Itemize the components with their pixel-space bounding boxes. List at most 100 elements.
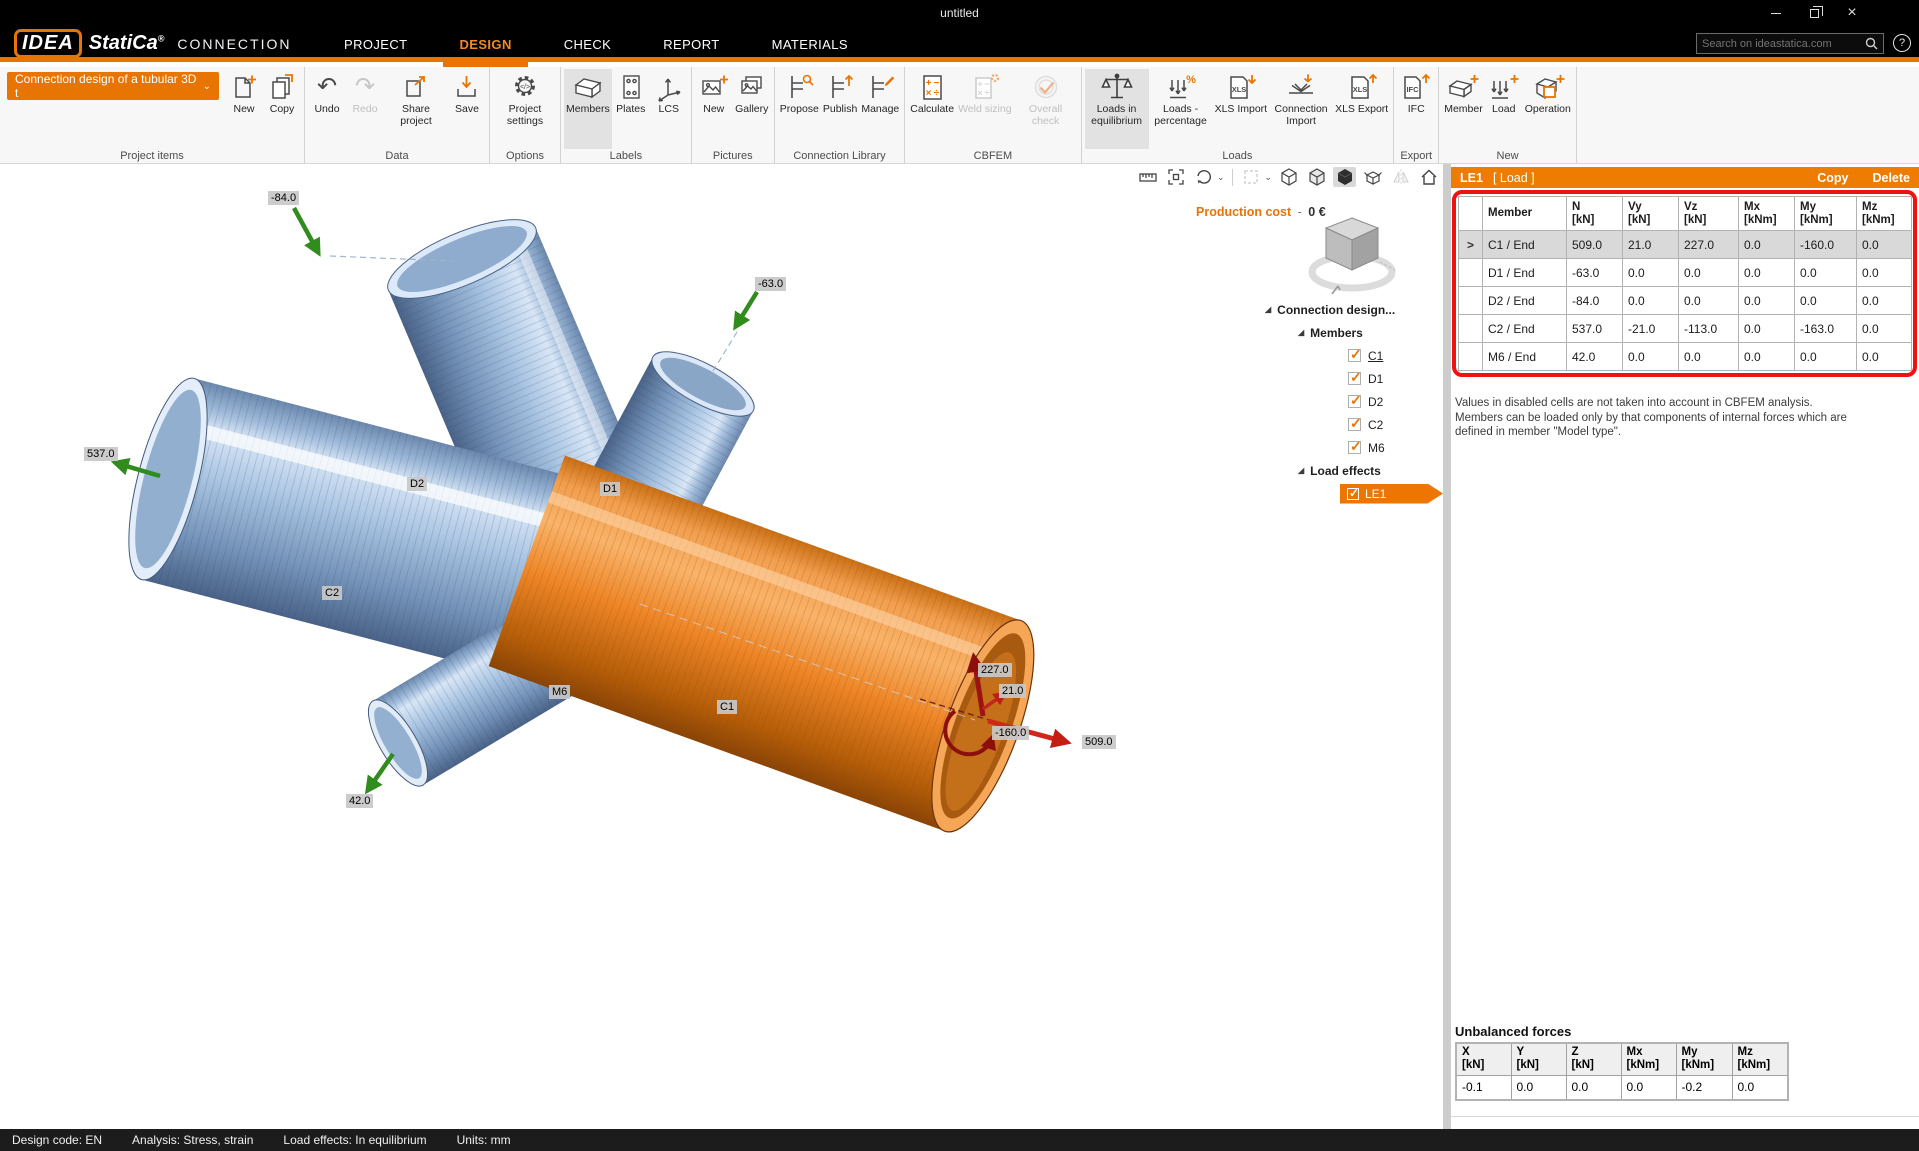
checkbox-checked-icon[interactable] [1348,372,1361,385]
tab-check[interactable]: CHECK [560,26,616,62]
tab-design[interactable]: DESIGN [455,26,515,62]
new-load-button[interactable]: Load [1485,69,1523,149]
member-label-c2[interactable]: C2 [322,586,342,600]
new-operation-button[interactable]: Operation [1523,69,1573,149]
ifc-export-button[interactable]: IFC IFC [1397,69,1435,149]
undo-button[interactable]: ↶ Undo [308,69,346,149]
exploded-view-icon[interactable] [1361,167,1384,187]
row-selector[interactable] [1459,259,1483,287]
tab-project[interactable]: PROJECT [340,26,411,62]
production-cost-label: Production cost [1196,205,1291,219]
row-selector[interactable] [1459,315,1483,343]
checkbox-checked-icon[interactable] [1347,488,1359,500]
zoom-extents-icon[interactable] [1164,167,1187,187]
home-view-icon[interactable] [1417,167,1440,187]
load-row-d2[interactable]: D2 / End -84.0 0.0 0.0 0.0 0.0 0.0 [1459,287,1912,315]
search-input[interactable] [1702,38,1865,50]
new-project-item-button[interactable]: New [225,69,263,149]
column-header-n[interactable]: N[kN] [1567,197,1623,231]
save-button[interactable]: Save [448,69,486,149]
xls-export-button[interactable]: XLS XLS Export [1333,69,1390,149]
new-member-button[interactable]: Member [1442,69,1485,149]
maximize-button[interactable] [1799,0,1829,26]
column-header-member[interactable]: Member [1483,197,1567,231]
manage-button[interactable]: Manage [859,69,901,149]
tree-item-le1[interactable]: LE1 [1253,482,1443,505]
measure-icon[interactable] [1136,167,1159,187]
column-header-mz[interactable]: Mz[kNm] [1857,197,1912,231]
member-c1-3d[interactable] [489,455,1055,843]
column-header-vy[interactable]: Vy[kN] [1623,197,1679,231]
checkbox-checked-icon[interactable] [1348,418,1361,431]
column-header-vz[interactable]: Vz[kN] [1679,197,1739,231]
navigation-cube[interactable] [1300,208,1400,303]
tree-item-m6[interactable]: M6 [1253,436,1443,459]
copy-load-button[interactable]: Copy [1817,171,1848,185]
labels-plates-button[interactable]: Plates [612,69,650,149]
tree-expander-icon[interactable] [1265,305,1271,314]
tree-members-label: Members [1310,326,1363,340]
member-label-m6[interactable]: M6 [549,685,570,699]
minimize-button[interactable] [1761,0,1791,26]
tree-node-members[interactable]: Members [1253,321,1443,344]
tree-item-d1[interactable]: D1 [1253,367,1443,390]
chevron-down-icon[interactable]: ⌄ [1217,172,1225,183]
load-row-c1[interactable]: C1 / End 509.0 21.0 227.0 0.0 -160.0 0.0 [1459,231,1912,259]
member-label-d2[interactable]: D2 [407,477,427,491]
shaded-view-icon[interactable] [1333,167,1356,187]
panel-splitter[interactable] [1443,164,1451,1129]
chevron-down-icon[interactable]: ⌄ [1265,172,1273,183]
section-view-icon[interactable] [1240,167,1263,187]
tree-expander-icon[interactable] [1298,466,1304,475]
hidden-line-view-icon[interactable] [1305,167,1328,187]
load-row-d1[interactable]: D1 / End -63.0 0.0 0.0 0.0 0.0 0.0 [1459,259,1912,287]
member-label-d1[interactable]: D1 [600,482,620,496]
publish-button[interactable]: Publish [821,69,859,149]
help-icon[interactable]: ? [1893,34,1911,52]
column-header-my[interactable]: My[kNm] [1795,197,1857,231]
tree-item-c2[interactable]: C2 [1253,413,1443,436]
labels-members-button[interactable]: Members [564,69,612,149]
tree-node-connection-design[interactable]: Connection design... [1253,298,1443,321]
xls-import-button[interactable]: XLS XLS Import [1213,69,1270,149]
unbalanced-forces: Unbalanced forces X[kN] Y[kN] Z[kN] Mx[k… [1455,1024,1789,1101]
tab-report[interactable]: REPORT [659,26,723,62]
checkbox-checked-icon[interactable] [1348,349,1361,362]
column-header-mx[interactable]: Mx[kNm] [1739,197,1795,231]
viewport-toolbar: ⌄ ⌄ [1136,167,1440,187]
load-row-m6[interactable]: M6 / End 42.0 0.0 0.0 0.0 0.0 0.0 [1459,343,1912,371]
le1-active-banner[interactable]: LE1 [1340,484,1443,504]
wireframe-view-icon[interactable] [1277,167,1300,187]
viewport-3d[interactable]: -84.0 -63.0 537.0 42.0 227.0 21.0 -160.0… [0,164,1443,1129]
delete-load-button[interactable]: Delete [1872,171,1910,185]
mirror-view-icon[interactable] [1389,167,1412,187]
project-settings-button[interactable]: </> Project settings [493,69,557,149]
checkbox-checked-icon[interactable] [1348,395,1361,408]
overall-check-icon [1029,71,1063,103]
load-row-c2[interactable]: C2 / End 537.0 -21.0 -113.0 0.0 -163.0 0… [1459,315,1912,343]
copy-project-item-button[interactable]: Copy [263,69,301,149]
picture-new-button[interactable]: New [695,69,733,149]
propose-button[interactable]: Propose [778,69,821,149]
calculate-button[interactable]: +−×÷ Calculate [908,69,956,149]
tree-item-c1[interactable]: C1 [1253,344,1443,367]
row-selector[interactable] [1459,287,1483,315]
project-item-selector[interactable]: Connection design of a tubular 3D t ⌄ [7,72,219,100]
tab-materials[interactable]: MATERIALS [768,26,852,62]
row-selector[interactable] [1459,343,1483,371]
checkbox-checked-icon[interactable] [1348,441,1361,454]
loads-percentage-button[interactable]: % Loads - percentage [1149,69,1213,149]
picture-gallery-button[interactable]: Gallery [733,69,771,149]
row-selector[interactable] [1459,231,1483,259]
rotate-view-icon[interactable] [1192,167,1215,187]
share-project-button[interactable]: Share project [384,69,448,149]
connection-import-button[interactable]: Connection Import [1269,69,1333,149]
tree-item-d2[interactable]: D2 [1253,390,1443,413]
tree-expander-icon[interactable] [1298,328,1304,337]
labels-lcs-button[interactable]: LCS [650,69,688,149]
tree-node-load-effects[interactable]: Load effects [1253,459,1443,482]
loads-in-equilibrium-button[interactable]: Loads in equilibrium [1085,69,1149,149]
search-icon[interactable] [1865,37,1878,50]
member-label-c1[interactable]: C1 [717,700,737,714]
close-button[interactable] [1837,0,1867,26]
